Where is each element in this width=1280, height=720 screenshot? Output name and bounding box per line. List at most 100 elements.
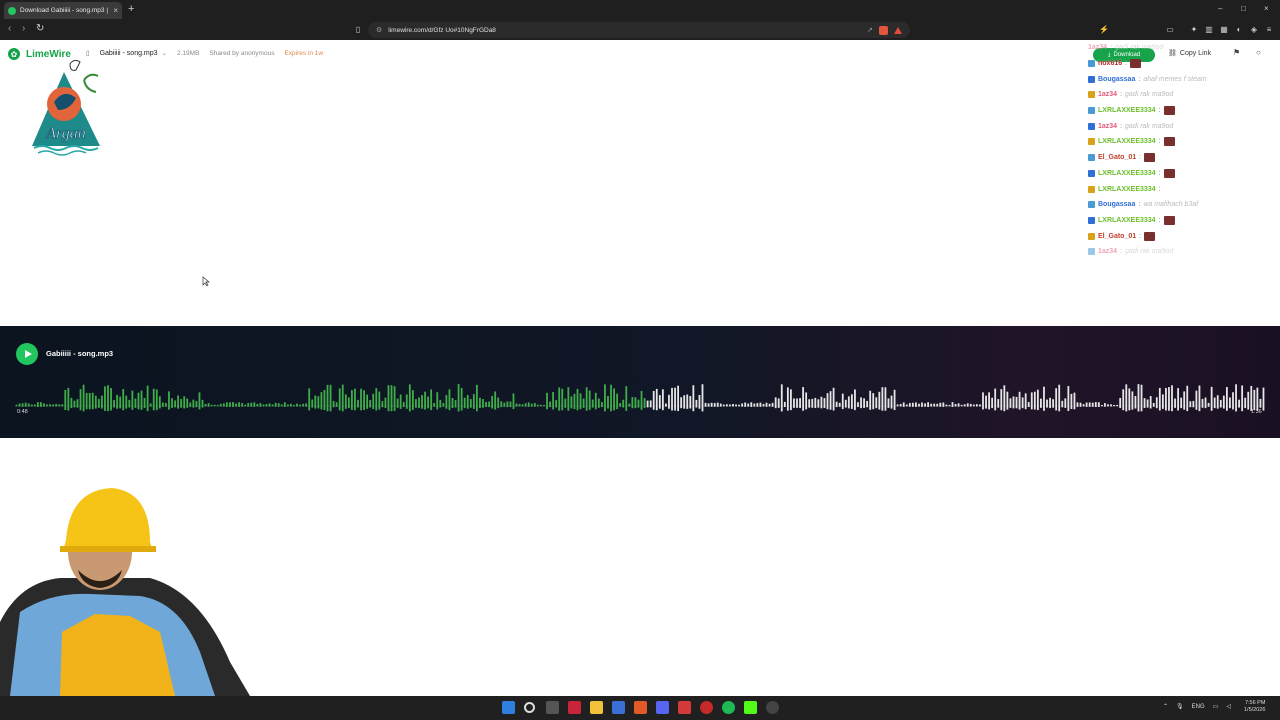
waveform-bar	[192, 399, 195, 408]
chat-badge-icon	[1088, 107, 1095, 115]
chat-separator: :	[1125, 60, 1128, 68]
forward-arrow-icon[interactable]: ›	[22, 24, 25, 34]
chat-message: LXRLAXXEE3334:	[1088, 213, 1278, 229]
waveform-bar	[1250, 385, 1253, 412]
extension-puzzle-icon[interactable]: ✦	[1189, 25, 1199, 35]
spotify-icon[interactable]	[722, 701, 735, 714]
waveform-bar	[518, 403, 521, 407]
waveform-bar	[915, 402, 917, 407]
wallet-icon[interactable]: ◈	[1249, 25, 1259, 35]
discord-icon[interactable]	[656, 701, 669, 714]
waveform-bar	[1229, 397, 1231, 409]
waveform-bar	[1046, 399, 1048, 408]
waveform-bar	[268, 403, 271, 407]
share-icon[interactable]: ↗	[867, 26, 873, 34]
chevron-down-icon[interactable]: ⌄	[162, 49, 167, 57]
address-bar[interactable]: ⚙ limewire.com/d/Gfz Uo#10NgFrGDa8 ↗	[368, 22, 910, 38]
chat-badge-icon	[1088, 232, 1095, 240]
back-arrow-icon[interactable]: ‹	[8, 24, 11, 34]
play-button[interactable]	[16, 343, 38, 365]
app-icon[interactable]	[678, 701, 691, 714]
sidebar-panel-icon[interactable]: ▭	[1165, 25, 1175, 35]
waveform-bar	[1232, 392, 1234, 410]
menu-icon[interactable]: ≡	[1264, 25, 1274, 35]
waveform-bar	[540, 404, 542, 407]
volume-icon[interactable]: ◁	[1226, 703, 1231, 710]
file-explorer-icon[interactable]	[590, 701, 603, 714]
waveform-bar	[113, 400, 115, 408]
chat-badge-icon	[1088, 60, 1095, 68]
waveform-bar	[924, 403, 926, 407]
chat-message: Bougassaa: wa mafihach b3af	[1088, 197, 1278, 213]
browser-tab[interactable]: Download Gabiiiii - song.mp3 | LimeWire …	[4, 2, 122, 19]
kick-icon[interactable]	[744, 701, 757, 714]
brave-browser-icon[interactable]	[634, 701, 647, 714]
chevron-up-icon[interactable]: ⌃	[1163, 703, 1168, 710]
waveform-bar	[741, 403, 744, 407]
network-icon[interactable]: ▭	[1213, 703, 1219, 710]
taskbar-clock[interactable]: 7:56 PM 1/5/2026	[1244, 700, 1265, 714]
waveform-bar	[549, 401, 551, 408]
waveform-bar	[308, 388, 311, 411]
waveform-bar	[100, 395, 103, 409]
record-icon[interactable]	[700, 701, 713, 714]
waveform-bar	[543, 404, 545, 407]
waveform-bar	[265, 404, 268, 407]
waveform-bar	[338, 388, 341, 411]
waveform-bar	[790, 389, 792, 411]
maximize-button[interactable]: □	[1241, 4, 1246, 13]
waveform-bar	[817, 399, 820, 408]
split-view-icon[interactable]: ▥	[1204, 25, 1214, 35]
waveform-bar	[887, 398, 890, 408]
brave-rewards-icon[interactable]	[894, 26, 902, 34]
waveform-bar	[402, 402, 405, 407]
minimize-button[interactable]: –	[1218, 4, 1222, 13]
app-red-icon[interactable]	[568, 701, 581, 714]
waveform-bar	[1082, 404, 1085, 407]
waveform-bar	[533, 402, 536, 407]
waveform-bar	[1021, 397, 1024, 409]
waveform-bar	[24, 402, 27, 407]
waveform-seekbar[interactable]	[15, 378, 1265, 424]
waveform-bar	[905, 404, 908, 407]
waveform-bar	[134, 398, 137, 408]
waveform-bar	[710, 402, 713, 407]
task-view-icon[interactable]	[546, 701, 559, 714]
waveform-bar	[277, 403, 280, 407]
waveform-bar	[61, 404, 64, 407]
profile-icon[interactable]: ◐	[1234, 25, 1244, 35]
waveform-bar	[283, 402, 286, 407]
mouse-cursor-icon	[202, 276, 210, 286]
language-indicator[interactable]: ENG	[1192, 704, 1205, 710]
obs-icon[interactable]	[766, 701, 779, 714]
file-name[interactable]: Gabiiiii - song.mp3	[100, 50, 158, 57]
waveform-bar	[771, 402, 774, 407]
waveform-bar	[750, 402, 753, 407]
waveform-bar	[479, 397, 481, 409]
start-windows-icon[interactable]	[502, 701, 515, 714]
chat-text: ahaf memes f steam	[1143, 75, 1207, 83]
microphone-icon[interactable]: 🎙︎	[1176, 703, 1184, 710]
search-icon[interactable]	[524, 702, 535, 713]
waveform-bar	[1018, 391, 1021, 410]
reload-icon[interactable]: ↻	[36, 24, 44, 34]
site-info-icon[interactable]: ⚙	[376, 26, 382, 34]
waveform-bar	[588, 390, 591, 410]
store-icon[interactable]	[612, 701, 625, 714]
brave-shields-icon[interactable]	[879, 25, 888, 35]
tab-title: Download Gabiiiii - song.mp3 | LimeWire	[20, 7, 109, 14]
extension-icon[interactable]: ⚡	[1099, 25, 1109, 35]
chat-username: El_Gato_01	[1098, 232, 1137, 240]
waveform-bar	[1131, 391, 1134, 410]
waveform-bar	[1000, 389, 1003, 411]
waveform-bar	[671, 387, 673, 411]
new-tab-button[interactable]: +	[128, 4, 134, 15]
waveform-bar	[500, 401, 503, 408]
waveform-bar	[610, 384, 612, 412]
tab-grid-icon[interactable]: ▦	[1219, 25, 1229, 35]
tab-close-icon[interactable]: ×	[113, 6, 118, 15]
bookmark-icon[interactable]: ▯	[353, 25, 363, 35]
close-window-button[interactable]: ×	[1264, 4, 1269, 13]
waveform-bar	[732, 403, 734, 407]
waveform-bar	[808, 399, 811, 408]
